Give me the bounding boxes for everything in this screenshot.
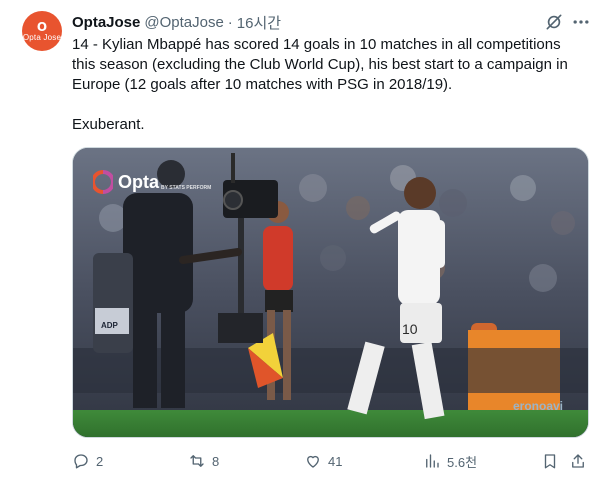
opta-watermark-text: Opta bbox=[118, 171, 160, 192]
share-icon bbox=[572, 454, 584, 468]
heart-icon bbox=[307, 455, 319, 468]
views-count: 5.6천 bbox=[447, 454, 478, 470]
tweet-card[interactable]: O Opta Jose OptaJose @OptaJose · 16시간 14… bbox=[0, 0, 598, 483]
author-handle[interactable]: @OptaJose bbox=[144, 14, 223, 31]
repost-count: 8 bbox=[212, 453, 220, 469]
tweet-actions: 2 8 41 5.6천 bbox=[72, 450, 589, 472]
opta-watermark-sub: BY STATS PERFORM bbox=[161, 185, 212, 191]
like-button[interactable]: 41 bbox=[304, 450, 342, 472]
tweet-text: 14 - Kylian Mbappé has scored 14 goals i… bbox=[72, 36, 568, 133]
tweet-time[interactable]: 16시간 bbox=[237, 12, 281, 33]
views-icon bbox=[426, 454, 439, 468]
author-name[interactable]: OptaJose bbox=[72, 14, 140, 31]
ad-board-text: ADP bbox=[101, 321, 119, 330]
more-icon[interactable] bbox=[571, 12, 591, 32]
tweet-photo[interactable]: eronoavi ADP 10 Opta BY STATS PERFORM bbox=[72, 147, 589, 438]
repost-icon bbox=[190, 455, 204, 467]
views-button[interactable]: 5.6천 bbox=[423, 450, 477, 472]
opta-watermark: Opta BY STATS PERFORM bbox=[93, 170, 211, 194]
ad-board-right: eronoavi bbox=[513, 399, 563, 413]
reply-icon bbox=[74, 454, 88, 469]
avatar-text: Opta Jose bbox=[22, 32, 62, 42]
shirt-number: 10 bbox=[402, 321, 418, 337]
avatar[interactable]: O Opta Jose bbox=[22, 11, 62, 51]
avatar-mark: O bbox=[36, 19, 48, 34]
opta-logo-icon bbox=[93, 170, 113, 194]
bookmark-icon bbox=[544, 454, 556, 469]
share-button[interactable] bbox=[569, 450, 593, 472]
like-count: 41 bbox=[328, 453, 343, 469]
reply-button[interactable]: 2 bbox=[72, 450, 103, 472]
repost-button[interactable]: 8 bbox=[188, 450, 219, 472]
tweet-header: OptaJose @OptaJose · 16시간 bbox=[72, 12, 281, 32]
separator-dot: · bbox=[227, 13, 233, 31]
bookmark-button[interactable] bbox=[541, 450, 565, 472]
reply-count: 2 bbox=[96, 453, 104, 469]
grok-icon[interactable] bbox=[544, 12, 564, 32]
